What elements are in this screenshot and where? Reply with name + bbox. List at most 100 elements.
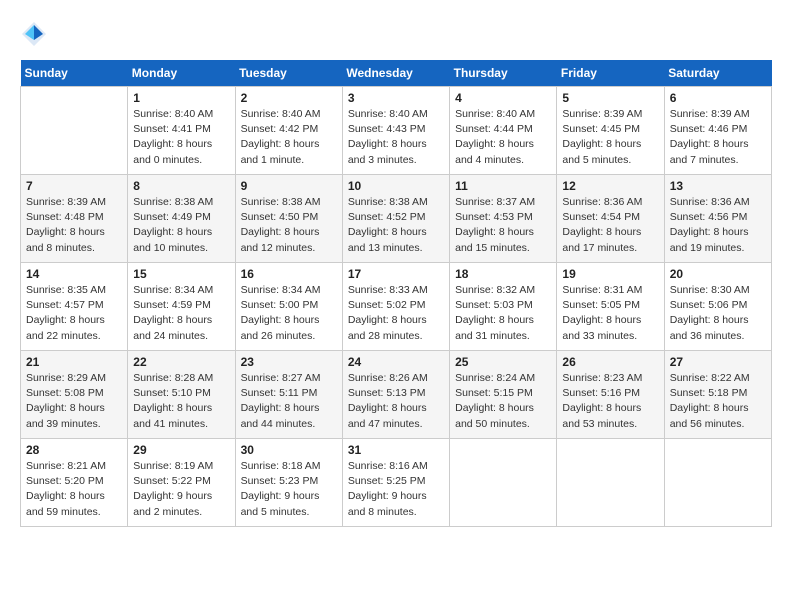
calendar-day-cell: 3 Sunrise: 8:40 AMSunset: 4:43 PMDaylight… [342,87,449,175]
day-number: 6 [670,91,766,105]
calendar-day-cell: 26Sunrise: 8:23 AMSunset: 5:16 PMDayligh… [557,351,664,439]
day-number: 20 [670,267,766,281]
day-number: 11 [455,179,551,193]
calendar-day-cell: 27 Sunrise: 8:22 AMSunset: 5:18 PMDayligh… [664,351,771,439]
day-number: 27 [670,355,766,369]
calendar-day-cell: 9 Sunrise: 8:38 AMSunset: 4:50 PMDaylight… [235,175,342,263]
day-info: Sunrise: 8:40 AMSunset: 4:42 PMDaylight:… [241,107,337,168]
calendar-day-cell: 19 Sunrise: 8:31 AMSunset: 5:05 PMDayligh… [557,263,664,351]
calendar-day-cell: 15Sunrise: 8:34 AMSunset: 4:59 PMDayligh… [128,263,235,351]
day-number: 28 [26,443,122,457]
calendar-day-cell: 1 Sunrise: 8:40 AMSunset: 4:41 PMDaylight… [128,87,235,175]
calendar-day-cell: 17Sunrise: 8:33 AMSunset: 5:02 PMDayligh… [342,263,449,351]
day-number: 26 [562,355,658,369]
calendar-day-cell: 23 Sunrise: 8:27 AMSunset: 5:11 PMDayligh… [235,351,342,439]
calendar-day-cell [557,439,664,527]
day-number: 13 [670,179,766,193]
calendar-body: 1 Sunrise: 8:40 AMSunset: 4:41 PMDaylight… [21,87,772,527]
day-number: 14 [26,267,122,281]
day-info: Sunrise: 8:34 AMSunset: 4:59 PMDaylight:… [133,283,229,344]
weekday-header-cell: Wednesday [342,60,449,87]
calendar-day-cell: 6 Sunrise: 8:39 AMSunset: 4:46 PMDaylight… [664,87,771,175]
calendar-week-row: 21Sunrise: 8:29 AMSunset: 5:08 PMDayligh… [21,351,772,439]
day-info: Sunrise: 8:38 AMSunset: 4:50 PMDaylight:… [241,195,337,256]
day-info: Sunrise: 8:16 AMSunset: 5:25 PMDaylight:… [348,459,444,520]
header [20,20,772,48]
calendar-day-cell: 10 Sunrise: 8:38 AMSunset: 4:52 PMDayligh… [342,175,449,263]
day-info: Sunrise: 8:36 AMSunset: 4:54 PMDaylight:… [562,195,658,256]
day-number: 24 [348,355,444,369]
calendar-day-cell: 14Sunrise: 8:35 AMSunset: 4:57 PMDayligh… [21,263,128,351]
day-info: Sunrise: 8:31 AMSunset: 5:05 PMDaylight:… [562,283,658,344]
calendar-day-cell: 22 Sunrise: 8:28 AMSunset: 5:10 PMDayligh… [128,351,235,439]
day-number: 18 [455,267,551,281]
calendar-day-cell [21,87,128,175]
day-info: Sunrise: 8:40 AMSunset: 4:43 PMDaylight:… [348,107,444,168]
day-info: Sunrise: 8:40 AMSunset: 4:41 PMDaylight:… [133,107,229,168]
calendar-day-cell: 8 Sunrise: 8:38 AMSunset: 4:49 PMDaylight… [128,175,235,263]
calendar-week-row: 28 Sunrise: 8:21 AMSunset: 5:20 PMDayligh… [21,439,772,527]
day-number: 9 [241,179,337,193]
day-info: Sunrise: 8:39 AMSunset: 4:48 PMDaylight:… [26,195,122,256]
day-number: 5 [562,91,658,105]
calendar-day-cell: 18 Sunrise: 8:32 AMSunset: 5:03 PMDayligh… [450,263,557,351]
calendar-day-cell: 20Sunrise: 8:30 AMSunset: 5:06 PMDayligh… [664,263,771,351]
calendar-day-cell: 7 Sunrise: 8:39 AMSunset: 4:48 PMDaylight… [21,175,128,263]
calendar-day-cell: 21Sunrise: 8:29 AMSunset: 5:08 PMDayligh… [21,351,128,439]
day-info: Sunrise: 8:32 AMSunset: 5:03 PMDaylight:… [455,283,551,344]
calendar-day-cell: 11 Sunrise: 8:37 AMSunset: 4:53 PMDayligh… [450,175,557,263]
day-info: Sunrise: 8:22 AMSunset: 5:18 PMDaylight:… [670,371,766,432]
calendar-day-cell: 25 Sunrise: 8:24 AMSunset: 5:15 PMDayligh… [450,351,557,439]
day-number: 16 [241,267,337,281]
calendar-week-row: 1 Sunrise: 8:40 AMSunset: 4:41 PMDaylight… [21,87,772,175]
day-number: 19 [562,267,658,281]
weekday-header-row: SundayMondayTuesdayWednesdayThursdayFrid… [21,60,772,87]
day-info: Sunrise: 8:38 AMSunset: 4:52 PMDaylight:… [348,195,444,256]
day-info: Sunrise: 8:19 AMSunset: 5:22 PMDaylight:… [133,459,229,520]
day-number: 4 [455,91,551,105]
day-number: 23 [241,355,337,369]
day-number: 12 [562,179,658,193]
day-number: 2 [241,91,337,105]
calendar-day-cell: 12 Sunrise: 8:36 AMSunset: 4:54 PMDayligh… [557,175,664,263]
day-number: 7 [26,179,122,193]
day-info: Sunrise: 8:29 AMSunset: 5:08 PMDaylight:… [26,371,122,432]
calendar-day-cell: 24 Sunrise: 8:26 AMSunset: 5:13 PMDayligh… [342,351,449,439]
weekday-header-cell: Monday [128,60,235,87]
day-number: 25 [455,355,551,369]
day-number: 8 [133,179,229,193]
day-info: Sunrise: 8:21 AMSunset: 5:20 PMDaylight:… [26,459,122,520]
day-info: Sunrise: 8:40 AMSunset: 4:44 PMDaylight:… [455,107,551,168]
page: SundayMondayTuesdayWednesdayThursdayFrid… [0,0,792,537]
day-info: Sunrise: 8:27 AMSunset: 5:11 PMDaylight:… [241,371,337,432]
logo-icon [20,20,48,48]
calendar-day-cell: 30Sunrise: 8:18 AMSunset: 5:23 PMDayligh… [235,439,342,527]
day-info: Sunrise: 8:39 AMSunset: 4:45 PMDaylight:… [562,107,658,168]
calendar-day-cell [664,439,771,527]
weekday-header-cell: Friday [557,60,664,87]
calendar-day-cell: 29 Sunrise: 8:19 AMSunset: 5:22 PMDayligh… [128,439,235,527]
day-number: 3 [348,91,444,105]
calendar-week-row: 7 Sunrise: 8:39 AMSunset: 4:48 PMDaylight… [21,175,772,263]
day-info: Sunrise: 8:38 AMSunset: 4:49 PMDaylight:… [133,195,229,256]
day-number: 10 [348,179,444,193]
weekday-header-cell: Thursday [450,60,557,87]
calendar-day-cell: 13Sunrise: 8:36 AMSunset: 4:56 PMDayligh… [664,175,771,263]
weekday-header-cell: Sunday [21,60,128,87]
calendar-day-cell: 16Sunrise: 8:34 AMSunset: 5:00 PMDayligh… [235,263,342,351]
day-info: Sunrise: 8:26 AMSunset: 5:13 PMDaylight:… [348,371,444,432]
day-number: 22 [133,355,229,369]
calendar-day-cell: 28 Sunrise: 8:21 AMSunset: 5:20 PMDayligh… [21,439,128,527]
day-number: 31 [348,443,444,457]
calendar-week-row: 14Sunrise: 8:35 AMSunset: 4:57 PMDayligh… [21,263,772,351]
day-info: Sunrise: 8:39 AMSunset: 4:46 PMDaylight:… [670,107,766,168]
calendar-day-cell [450,439,557,527]
day-number: 29 [133,443,229,457]
day-info: Sunrise: 8:28 AMSunset: 5:10 PMDaylight:… [133,371,229,432]
day-info: Sunrise: 8:37 AMSunset: 4:53 PMDaylight:… [455,195,551,256]
calendar-table: SundayMondayTuesdayWednesdayThursdayFrid… [20,60,772,527]
day-info: Sunrise: 8:24 AMSunset: 5:15 PMDaylight:… [455,371,551,432]
day-info: Sunrise: 8:33 AMSunset: 5:02 PMDaylight:… [348,283,444,344]
day-number: 1 [133,91,229,105]
calendar-day-cell: 4 Sunrise: 8:40 AMSunset: 4:44 PMDaylight… [450,87,557,175]
